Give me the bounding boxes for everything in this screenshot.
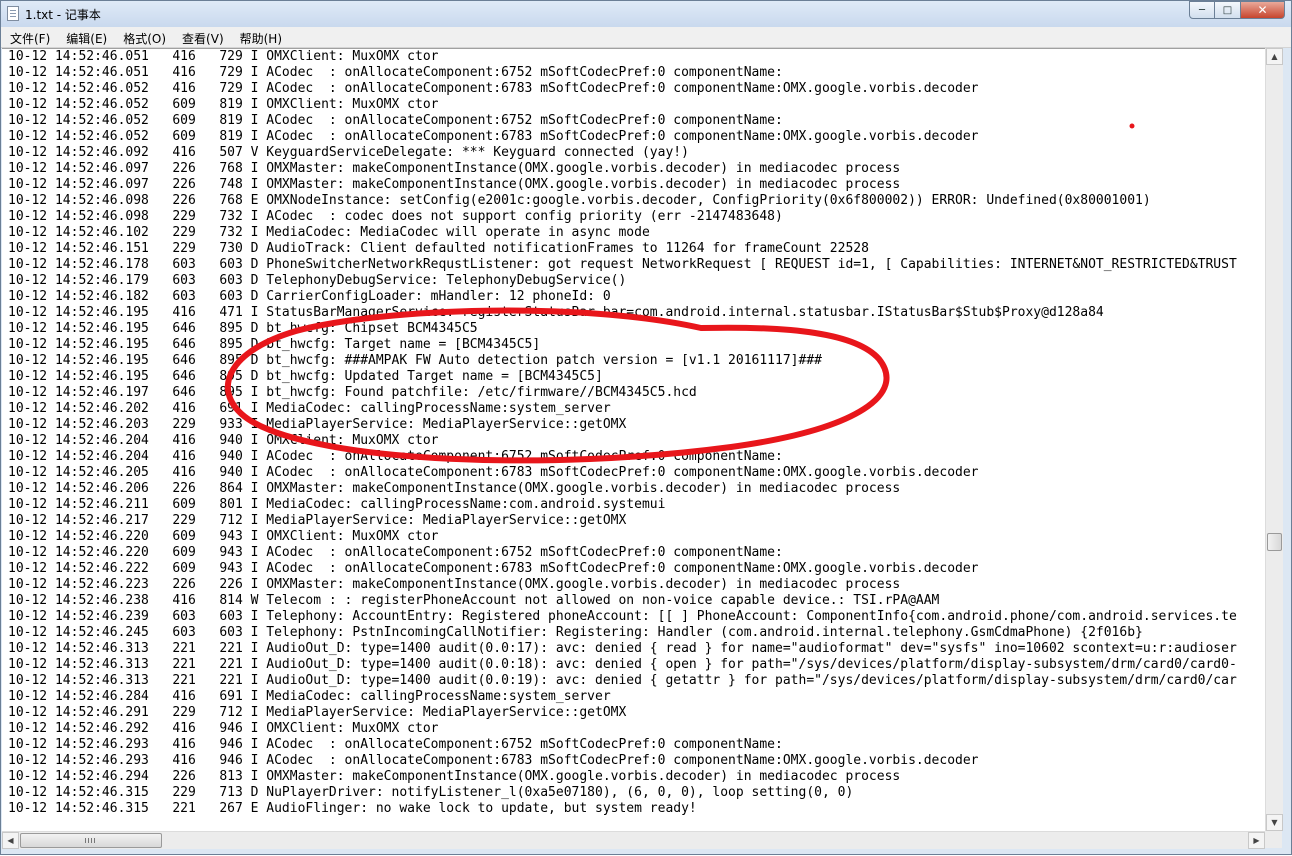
arrow-left-icon: ◀ (7, 836, 14, 845)
log-line: 10-12 14:52:46.098 226 768 E OMXNodeInst… (8, 193, 1151, 208)
log-line: 10-12 14:52:46.220 609 943 I ACodec : on… (8, 545, 783, 560)
log-line: 10-12 14:52:46.313 221 221 I AudioOut_D:… (8, 641, 1237, 656)
log-line: 10-12 14:52:46.178 603 603 D PhoneSwitch… (8, 257, 1237, 272)
menu-file[interactable]: 文件(F) (1, 27, 57, 47)
arrow-right-icon: ▶ (1253, 836, 1260, 845)
log-line: 10-12 14:52:46.195 646 895 D bt_hwcfg: U… (8, 369, 603, 384)
log-line: 10-12 14:52:46.315 221 267 E AudioFlinge… (8, 801, 697, 816)
maximize-button[interactable]: □ (1215, 1, 1241, 19)
maximize-icon: □ (1222, 4, 1233, 16)
log-line: 10-12 14:52:46.195 646 895 D bt_hwcfg: T… (8, 337, 541, 352)
log-line: 10-12 14:52:46.293 416 946 I ACodec : on… (8, 737, 783, 752)
log-line: 10-12 14:52:46.097 226 768 I OMXMaster: … (8, 161, 901, 176)
log-line: 10-12 14:52:46.293 416 946 I ACodec : on… (8, 753, 979, 768)
log-line: 10-12 14:52:46.052 416 729 I ACodec : on… (8, 81, 979, 96)
window-title: 1.txt - 记事本 (25, 8, 101, 22)
log-line: 10-12 14:52:46.211 609 801 I MediaCodec:… (8, 497, 666, 512)
scroll-down-button[interactable]: ▼ (1266, 814, 1283, 831)
log-line: 10-12 14:52:46.313 221 221 I AudioOut_D:… (8, 657, 1237, 672)
log-line: 10-12 14:52:46.197 646 895 I bt_hwcfg: F… (8, 385, 697, 400)
log-line: 10-12 14:52:46.222 609 943 I ACodec : on… (8, 561, 979, 576)
log-line: 10-12 14:52:46.204 416 940 I ACodec : on… (8, 449, 783, 464)
notepad-window: 1.txt - 记事本 ─ □ ✕ 文件(F) 编辑(E) 格式(O) 查看(V… (0, 0, 1292, 855)
log-line: 10-12 14:52:46.052 609 819 I OMXClient: … (8, 97, 439, 112)
log-line: 10-12 14:52:46.102 229 732 I MediaCodec:… (8, 225, 650, 240)
scrollbar-corner (1265, 831, 1282, 848)
close-button[interactable]: ✕ (1241, 1, 1285, 19)
log-line: 10-12 14:52:46.052 609 819 I ACodec : on… (8, 113, 783, 128)
log-line: 10-12 14:52:46.206 226 864 I OMXMaster: … (8, 481, 901, 496)
log-line: 10-12 14:52:46.151 229 730 D AudioTrack:… (8, 241, 869, 256)
log-line: 10-12 14:52:46.220 609 943 I OMXClient: … (8, 529, 439, 544)
caption-buttons: ─ □ ✕ (1189, 1, 1285, 20)
log-line: 10-12 14:52:46.238 416 814 W Telecom : :… (8, 593, 940, 608)
vertical-scroll-thumb[interactable] (1267, 533, 1282, 551)
menu-format[interactable]: 格式(O) (114, 27, 173, 47)
menu-edit[interactable]: 编辑(E) (57, 27, 114, 47)
menu-bar: 文件(F) 编辑(E) 格式(O) 查看(V) 帮助(H) (1, 27, 1291, 48)
log-line: 10-12 14:52:46.179 603 603 D TelephonyDe… (8, 273, 627, 288)
log-line: 10-12 14:52:46.294 226 813 I OMXMaster: … (8, 769, 901, 784)
log-line: 10-12 14:52:46.245 603 603 I Telephony: … (8, 625, 1143, 640)
text-editor[interactable]: 10-12 14:52:46.051 416 729 I OMXClient: … (2, 48, 1274, 832)
log-line: 10-12 14:52:46.315 229 713 D NuPlayerDri… (8, 785, 854, 800)
horizontal-scrollbar[interactable]: ◀ ▶ (2, 831, 1265, 849)
minimize-button[interactable]: ─ (1189, 1, 1215, 19)
log-line: 10-12 14:52:46.292 416 946 I OMXClient: … (8, 721, 439, 736)
notepad-icon[interactable] (7, 6, 19, 21)
log-line: 10-12 14:52:46.092 416 507 V KeyguardSer… (8, 145, 689, 160)
scroll-left-button[interactable]: ◀ (2, 832, 19, 849)
vertical-scrollbar[interactable]: ▲ ▼ (1265, 48, 1283, 831)
log-line: 10-12 14:52:46.052 609 819 I ACodec : on… (8, 129, 979, 144)
log-line: 10-12 14:52:46.051 416 729 I ACodec : on… (8, 65, 783, 80)
close-icon: ✕ (1257, 3, 1268, 17)
minimize-icon: ─ (1198, 4, 1206, 16)
log-line: 10-12 14:52:46.284 416 691 I MediaCodec:… (8, 689, 611, 704)
log-line: 10-12 14:52:46.195 646 895 D bt_hwcfg: #… (8, 353, 822, 368)
log-line: 10-12 14:52:46.204 416 940 I OMXClient: … (8, 433, 439, 448)
log-line: 10-12 14:52:46.205 416 940 I ACodec : on… (8, 465, 979, 480)
arrow-down-icon: ▼ (1271, 818, 1278, 827)
log-line: 10-12 14:52:46.203 229 933 I MediaPlayer… (8, 417, 627, 432)
menu-view[interactable]: 查看(V) (173, 27, 231, 47)
log-line: 10-12 14:52:46.291 229 712 I MediaPlayer… (8, 705, 627, 720)
log-line: 10-12 14:52:46.313 221 221 I AudioOut_D:… (8, 673, 1237, 688)
log-line: 10-12 14:52:46.051 416 729 I OMXClient: … (8, 49, 439, 64)
log-line: 10-12 14:52:46.195 416 471 I StatusBarMa… (8, 305, 1104, 320)
log-line: 10-12 14:52:46.223 226 226 I OMXMaster: … (8, 577, 901, 592)
log-line: 10-12 14:52:46.239 603 603 I Telephony: … (8, 609, 1237, 624)
menu-help[interactable]: 帮助(H) (231, 27, 289, 47)
horizontal-scroll-thumb[interactable] (20, 833, 162, 848)
scroll-up-button[interactable]: ▲ (1266, 48, 1283, 65)
title-bar[interactable]: 1.txt - 记事本 ─ □ ✕ (1, 1, 1291, 27)
log-line: 10-12 14:52:46.217 229 712 I MediaPlayer… (8, 513, 627, 528)
arrow-up-icon: ▲ (1271, 52, 1278, 61)
log-line: 10-12 14:52:46.202 416 691 I MediaCodec:… (8, 401, 611, 416)
log-line: 10-12 14:52:46.182 603 603 D CarrierConf… (8, 289, 611, 304)
log-line: 10-12 14:52:46.098 229 732 I ACodec : co… (8, 209, 783, 224)
scroll-right-button[interactable]: ▶ (1248, 832, 1265, 849)
log-line: 10-12 14:52:46.097 226 748 I OMXMaster: … (8, 177, 901, 192)
log-line: 10-12 14:52:46.195 646 895 D bt_hwcfg: C… (8, 321, 478, 336)
